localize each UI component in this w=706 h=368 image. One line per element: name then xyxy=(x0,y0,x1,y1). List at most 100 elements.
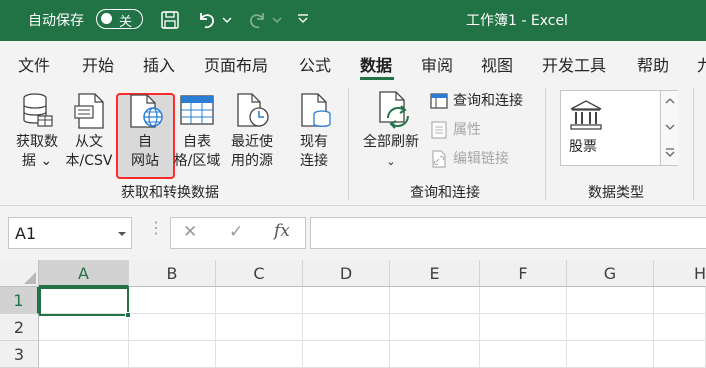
column-header-c[interactable]: C xyxy=(216,260,303,287)
redo-icon[interactable] xyxy=(246,9,268,31)
gallery-scroll xyxy=(660,91,678,165)
redo-dropdown-icon[interactable] xyxy=(272,16,282,24)
document-title: 工作簿1 - Excel xyxy=(466,13,568,29)
from-text-label-2: 本/CSV xyxy=(65,153,113,169)
fill-handle[interactable] xyxy=(125,312,131,318)
web-page-icon[interactable] xyxy=(127,93,165,131)
cell-e2[interactable] xyxy=(390,314,480,341)
undo-icon[interactable] xyxy=(196,9,218,31)
column-header-f[interactable]: F xyxy=(480,260,567,287)
cell-f2[interactable] xyxy=(480,314,567,341)
row-header-3[interactable]: 3 xyxy=(0,341,39,368)
from-web-label-2: 网站 xyxy=(131,153,159,169)
stocks-button[interactable]: 股票 xyxy=(569,138,597,157)
recent-sources-label-2: 用的源 xyxy=(231,153,273,169)
cell-g2[interactable] xyxy=(567,314,654,341)
row-header-2[interactable]: 2 xyxy=(0,314,39,341)
row-header-1[interactable]: 1 xyxy=(0,287,39,314)
column-header-b[interactable]: B xyxy=(129,260,216,287)
cell-h3[interactable] xyxy=(654,341,706,368)
select-all-button[interactable] xyxy=(0,260,39,287)
customize-qat-icon[interactable] xyxy=(296,12,310,26)
tab-review[interactable]: 审阅 xyxy=(421,52,453,76)
get-data-label-2: 据 ⌄ xyxy=(21,153,53,169)
from-web-button[interactable]: 自 网站 xyxy=(118,133,172,171)
cell-g3[interactable] xyxy=(567,341,654,368)
refresh-all-button[interactable]: 全部刷新 ⌄ xyxy=(358,133,424,171)
refresh-all-icon[interactable] xyxy=(374,90,414,132)
select-all-icon xyxy=(24,272,36,284)
existing-connections-icon[interactable] xyxy=(298,92,334,130)
properties-icon[interactable] xyxy=(430,121,448,139)
cell-g1[interactable] xyxy=(567,287,654,314)
tab-view[interactable]: 视图 xyxy=(481,52,513,76)
recent-sources-icon[interactable] xyxy=(234,92,270,130)
column-header-e[interactable]: E xyxy=(390,260,480,287)
cell-c1[interactable] xyxy=(216,287,303,314)
undo-dropdown-icon[interactable] xyxy=(222,16,232,24)
cell-h2[interactable] xyxy=(654,314,706,341)
tab-formulas[interactable]: 公式 xyxy=(299,52,331,76)
from-text-label-1: 从文 xyxy=(75,134,103,150)
column-header-a[interactable]: A xyxy=(39,260,129,287)
scroll-down-icon[interactable] xyxy=(665,123,675,131)
recent-sources-button[interactable]: 最近使 用的源 xyxy=(225,133,279,171)
properties-button[interactable]: 属性 xyxy=(453,121,481,140)
cell-b1[interactable] xyxy=(129,287,216,314)
autosave-state: 关 xyxy=(119,15,133,30)
tab-home[interactable]: 开始 xyxy=(82,52,114,76)
enter-icon[interactable]: ✓ xyxy=(229,222,243,242)
text-file-icon[interactable] xyxy=(73,92,107,130)
tab-page-layout[interactable]: 页面布局 xyxy=(204,52,268,76)
insert-function-icon[interactable]: fx xyxy=(274,221,290,241)
cell-d3[interactable] xyxy=(303,341,390,368)
name-box-value: A1 xyxy=(15,224,37,243)
formula-bar-splitter-icon[interactable]: ⋮ xyxy=(148,218,164,237)
table-icon[interactable] xyxy=(179,94,215,126)
cell-c2[interactable] xyxy=(216,314,303,341)
formula-input[interactable] xyxy=(310,217,706,249)
worksheet-grid[interactable]: A B C D E F G H 1 2 3 xyxy=(0,260,706,368)
name-box-dropdown-icon[interactable] xyxy=(117,230,127,238)
cell-d1[interactable] xyxy=(303,287,390,314)
formula-buttons: ✕ ✓ fx xyxy=(170,217,306,249)
tab-file[interactable]: 文件 xyxy=(18,52,50,76)
name-box[interactable]: A1 xyxy=(8,217,132,249)
cell-f1[interactable] xyxy=(480,287,567,314)
scroll-up-icon[interactable] xyxy=(665,97,675,105)
edit-links-button[interactable]: 编辑链接 xyxy=(453,150,509,169)
from-table-range-button[interactable]: 自表 格/区域 xyxy=(170,133,224,171)
cancel-icon[interactable]: ✕ xyxy=(183,222,197,242)
queries-connections-icon[interactable] xyxy=(430,92,448,110)
database-icon[interactable] xyxy=(20,92,54,128)
tab-data[interactable]: 数据 xyxy=(360,52,392,76)
cell-d2[interactable] xyxy=(303,314,390,341)
cell-e1[interactable] xyxy=(390,287,480,314)
cell-a3[interactable] xyxy=(39,341,129,368)
autosave-toggle[interactable]: 关 xyxy=(96,9,143,30)
tab-overflow[interactable]: 九 xyxy=(697,52,706,76)
gallery-more-icon[interactable] xyxy=(665,147,675,157)
from-text-csv-button[interactable]: 从文 本/CSV xyxy=(63,133,115,171)
tab-help[interactable]: 帮助 xyxy=(637,52,669,76)
save-icon[interactable] xyxy=(160,10,180,30)
column-header-h[interactable]: H xyxy=(654,260,706,287)
cell-b3[interactable] xyxy=(129,341,216,368)
column-header-d[interactable]: D xyxy=(303,260,390,287)
cell-h1[interactable] xyxy=(654,287,706,314)
cell-e3[interactable] xyxy=(390,341,480,368)
cell-a2[interactable] xyxy=(39,314,129,341)
get-data-button[interactable]: 获取数 据 ⌄ xyxy=(10,133,64,171)
tab-insert[interactable]: 插入 xyxy=(143,52,175,76)
ribbon: 获取数 据 ⌄ 从文 本/CSV 自 网站 自表 格/区域 最近使 用的源 现有… xyxy=(0,82,706,206)
column-header-g[interactable]: G xyxy=(567,260,654,287)
recent-sources-label-1: 最近使 xyxy=(231,134,273,150)
cell-b2[interactable] xyxy=(129,314,216,341)
queries-connections-button[interactable]: 查询和连接 xyxy=(453,92,523,111)
tab-developer[interactable]: 开发工具 xyxy=(542,52,606,76)
group-separator xyxy=(693,88,694,200)
cell-f3[interactable] xyxy=(480,341,567,368)
existing-connections-button[interactable]: 现有 连接 xyxy=(289,133,339,171)
cell-c3[interactable] xyxy=(216,341,303,368)
edit-links-icon[interactable] xyxy=(430,150,448,168)
